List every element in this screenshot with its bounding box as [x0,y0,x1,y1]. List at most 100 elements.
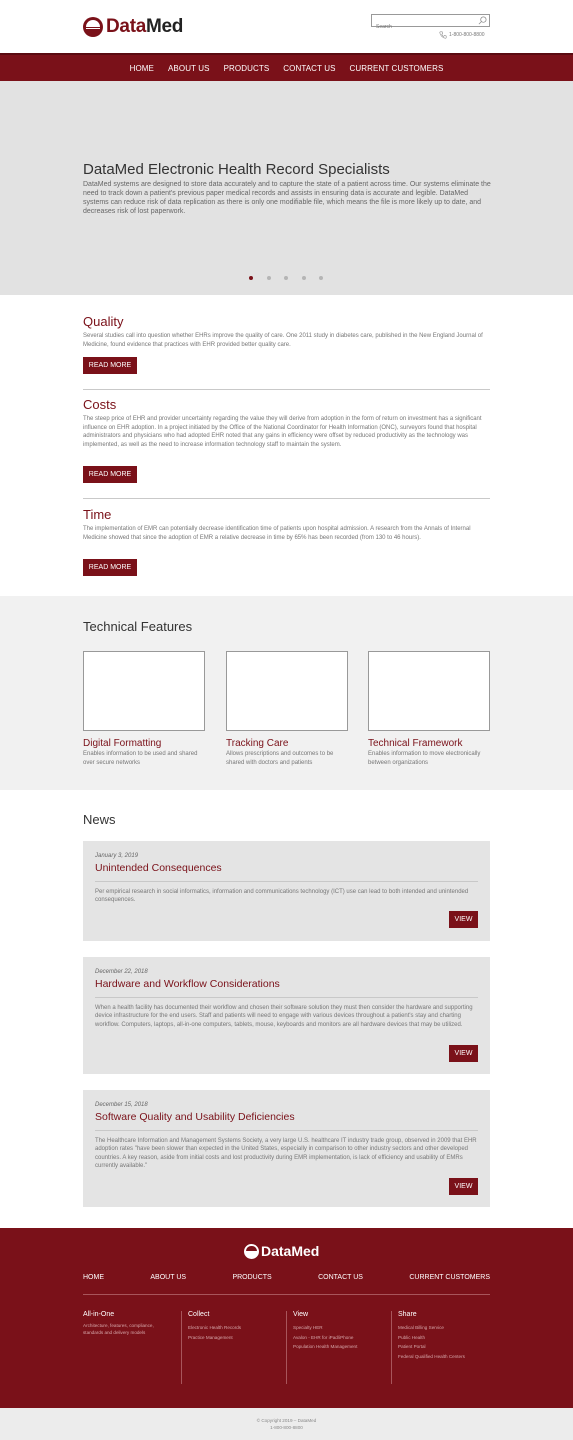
read-more-button[interactable]: READ MORE [83,357,137,374]
news-item: December 15, 2018 Software Quality and U… [83,1090,490,1207]
view-button[interactable]: VIEW [449,1045,478,1062]
footer-link[interactable]: Practice Management [188,1333,286,1343]
footer-col-title: All-in-One [83,1311,115,1318]
technical-features-section: Technical Features Digital Formatting En… [0,596,573,790]
feature-text: The implementation of EMR can potentiall… [83,526,471,541]
site-logo[interactable]: DataMed [83,15,183,39]
footer-col-title: Collect [188,1311,210,1318]
tech-card-title: Tracking Care [226,738,289,749]
divider [95,881,478,882]
feature-quality: Quality Several studies call into questi… [83,314,490,374]
search-box [371,14,490,33]
feature-text: Several studies call into question wheth… [83,333,483,348]
news-item: January 3, 2019 Unintended Consequences … [83,841,490,941]
phone-icon [439,31,447,39]
footer-link[interactable]: Specialty HER [293,1323,391,1333]
footer-nav: HOME ABOUT US PRODUCTS CONTACT US CURREN… [83,1274,490,1281]
slider-dot-5[interactable] [319,276,323,280]
divider [83,498,490,499]
news-headline[interactable]: Hardware and Workflow Considerations [95,978,280,990]
footer-logo[interactable]: DataMed [244,1243,319,1259]
hero-text: DataMed systems are designed to store da… [83,181,491,215]
footer-phone[interactable]: 1-800-800-8800 [0,1424,573,1431]
copyright-bar: © Copyright 2019 – DataMed 1-800-800-880… [0,1408,573,1440]
feature-title: Time [83,507,112,522]
news-text: The Healthcare Information and Managemen… [95,1138,477,1169]
footer-link[interactable]: Medical Billing Service [398,1323,490,1333]
logo-text: DataMed [106,16,184,37]
slider-dot-1[interactable] [249,276,253,280]
tech-card-text: Enables information to be used and share… [83,751,198,766]
tech-card-text: Enables information to move electronical… [368,751,481,766]
tech-card-image [368,651,490,731]
footer-link[interactable]: Federal Qualified Health Centers [398,1352,490,1362]
section-title: Technical Features [83,619,193,634]
slider-dots [249,276,337,280]
tech-card-tracking-care[interactable]: Tracking Care Allows prescriptions and o… [226,651,348,767]
news-item: December 22, 2018 Hardware and Workflow … [83,957,490,1074]
search-icon[interactable] [478,16,487,25]
copyright-text: © Copyright 2019 – DataMed [256,1418,317,1423]
tech-card-title: Digital Formatting [83,738,162,749]
news-title: News [83,812,116,827]
news-headline[interactable]: Unintended Consequences [95,862,222,874]
footer-col-share: Share Medical Billing Service Public Hea… [391,1311,490,1384]
footer-nav-contact-us[interactable]: CONTACT US [318,1274,363,1281]
hero-slider: DataMed Electronic Health Record Special… [0,81,573,295]
nav-products[interactable]: PRODUCTS [224,64,270,73]
footer-col-view: View Specialty HER Avalon - EHR for iPad… [286,1311,391,1384]
nav-contact-us[interactable]: CONTACT US [283,64,335,73]
logo-icon [83,17,103,37]
tech-card-text: Allows prescriptions and outcomes to be … [226,751,334,766]
header-phone-number: 1-800-800-8800 [449,32,485,38]
footer-nav-current-customers[interactable]: CURRENT CUSTOMERS [409,1274,490,1281]
read-more-button[interactable]: READ MORE [83,559,137,576]
nav-current-customers[interactable]: CURRENT CUSTOMERS [350,64,444,73]
header-phone[interactable]: 1-800-800-8800 [439,31,485,39]
footer-col-desc: Architecture, features, compliance, stan… [83,1323,154,1335]
main-nav: HOME ABOUT US PRODUCTS CONTACT US CURREN… [0,53,573,81]
footer-link[interactable]: Public Health [398,1333,490,1343]
feature-title: Quality [83,314,124,329]
footer-link[interactable]: Patient Portal [398,1342,490,1352]
footer-nav-home[interactable]: HOME [83,1274,104,1281]
footer-link[interactable]: Population Health Management [293,1342,391,1352]
feature-costs: Costs The steep price of EHR and provide… [83,397,490,483]
tech-card-image [226,651,348,731]
news-date: January 3, 2019 [95,853,139,859]
site-header: DataMed 1-800-800-8800 [0,0,573,53]
divider [95,1130,478,1131]
divider [95,997,478,998]
tech-card-image [83,651,205,731]
slider-dot-4[interactable] [301,276,306,280]
logo-icon [244,1243,259,1259]
feature-title: Costs [83,397,117,412]
slider-dot-2[interactable] [266,276,271,280]
footer-link[interactable]: Avalon - EHR for iPad/iPhone [293,1333,391,1343]
nav-about-us[interactable]: ABOUT US [168,64,210,73]
slider-dot-3[interactable] [284,276,288,280]
footer-nav-about-us[interactable]: ABOUT US [150,1274,186,1281]
nav-home[interactable]: HOME [130,64,154,73]
news-date: December 15, 2018 [95,1102,148,1108]
footer-divider [83,1294,490,1295]
footer-col-title: View [293,1311,309,1318]
tech-card-title: Technical Framework [368,738,463,749]
footer-col-title: Share [398,1311,417,1318]
news-text: When a health facility has documented th… [95,1005,473,1028]
hero-title: DataMed Electronic Health Record Special… [83,161,390,178]
site-footer: DataMed HOME ABOUT US PRODUCTS CONTACT U… [0,1228,573,1408]
news-headline[interactable]: Software Quality and Usability Deficienc… [95,1111,295,1123]
read-more-button[interactable]: READ MORE [83,466,137,483]
tech-card-technical-framework[interactable]: Technical Framework Enables information … [368,651,490,767]
news-date: December 22, 2018 [95,969,148,975]
view-button[interactable]: VIEW [449,1178,478,1195]
footer-nav-products[interactable]: PRODUCTS [232,1274,271,1281]
feature-time: Time The implementation of EMR can poten… [83,507,490,576]
footer-brand: DataMed [261,1243,320,1259]
tech-card-digital-formatting[interactable]: Digital Formatting Enables information t… [83,651,205,767]
footer-link[interactable]: Electronic Health Records [188,1323,286,1333]
view-button[interactable]: VIEW [449,911,478,928]
news-text: Per empirical research in social informa… [95,889,469,904]
feature-text: The steep price of EHR and provider unce… [83,416,482,448]
